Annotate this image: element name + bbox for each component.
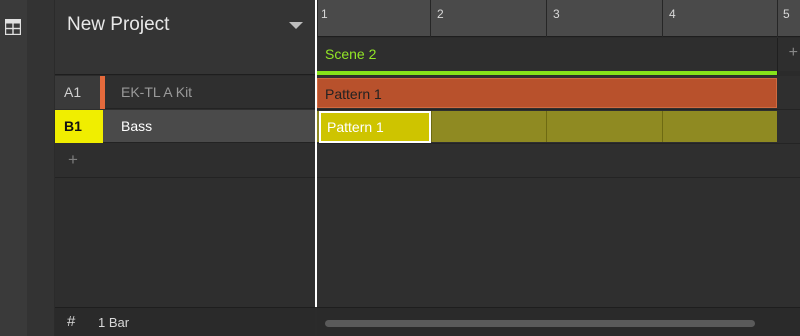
- scene-color-bar: [317, 71, 777, 75]
- ruler-bar-number: 4: [669, 7, 676, 21]
- track-divider: [317, 109, 800, 110]
- track-divider: [317, 177, 800, 178]
- group-name: EK-TL A Kit: [121, 84, 193, 100]
- add-group-button[interactable]: +: [68, 150, 78, 170]
- scene-name[interactable]: Scene 2: [325, 46, 376, 62]
- ruler-tick: [317, 0, 318, 37]
- group-list: A1 EK-TL A Kit B1 Bass +: [55, 76, 315, 307]
- pattern-tracks: Pattern 1 Pattern 1: [317, 76, 800, 307]
- arranger-view-icon[interactable]: [5, 19, 21, 35]
- group-id: B1: [55, 110, 103, 143]
- ruler-tick: [777, 0, 778, 37]
- ruler-bar-number: 2: [437, 7, 444, 21]
- ruler-tick: [662, 0, 663, 37]
- group-row-b1[interactable]: B1 Bass: [55, 110, 315, 143]
- chevron-down-icon[interactable]: [289, 22, 303, 29]
- track-divider: [317, 143, 800, 144]
- strip-inner-panel: [27, 0, 54, 336]
- footer-left: # 1 Bar: [55, 307, 315, 336]
- ruler-tick: [546, 0, 547, 37]
- horizontal-scrollbar[interactable]: [325, 320, 755, 327]
- bar-divider: [662, 111, 663, 142]
- project-header[interactable]: New Project: [55, 0, 315, 75]
- pattern-length-label[interactable]: 1 Bar: [98, 315, 129, 330]
- add-scene-button[interactable]: +: [789, 44, 798, 62]
- pattern-clip-a1[interactable]: Pattern 1: [317, 78, 777, 108]
- pattern-clip-label: Pattern 1: [327, 119, 384, 135]
- group-row-a1[interactable]: A1 EK-TL A Kit: [55, 76, 315, 109]
- pattern-clip-label: Pattern 1: [325, 86, 382, 102]
- group-color-swatch: [100, 76, 105, 109]
- pattern-clip-b1[interactable]: Pattern 1: [319, 111, 431, 143]
- timeline-ruler[interactable]: 1 2 3 4 5: [317, 0, 800, 37]
- add-group-row[interactable]: +: [55, 144, 315, 178]
- ruler-bar-number: 5: [783, 7, 790, 21]
- group-id: A1: [55, 76, 103, 109]
- ruler-bar-number: 1: [321, 7, 328, 21]
- bar-divider: [546, 111, 547, 142]
- scene-end-marker: [777, 38, 778, 75]
- grid-icon[interactable]: #: [67, 313, 75, 330]
- group-name: Bass: [121, 118, 153, 134]
- left-icon-strip: [0, 0, 54, 336]
- ruler-bar-number: 3: [553, 7, 560, 21]
- bar-divider: [431, 111, 432, 142]
- ruler-tick: [430, 0, 431, 37]
- project-title[interactable]: New Project: [67, 14, 169, 36]
- scene-row: Scene 2 +: [317, 38, 800, 71]
- footer-right: [317, 307, 800, 336]
